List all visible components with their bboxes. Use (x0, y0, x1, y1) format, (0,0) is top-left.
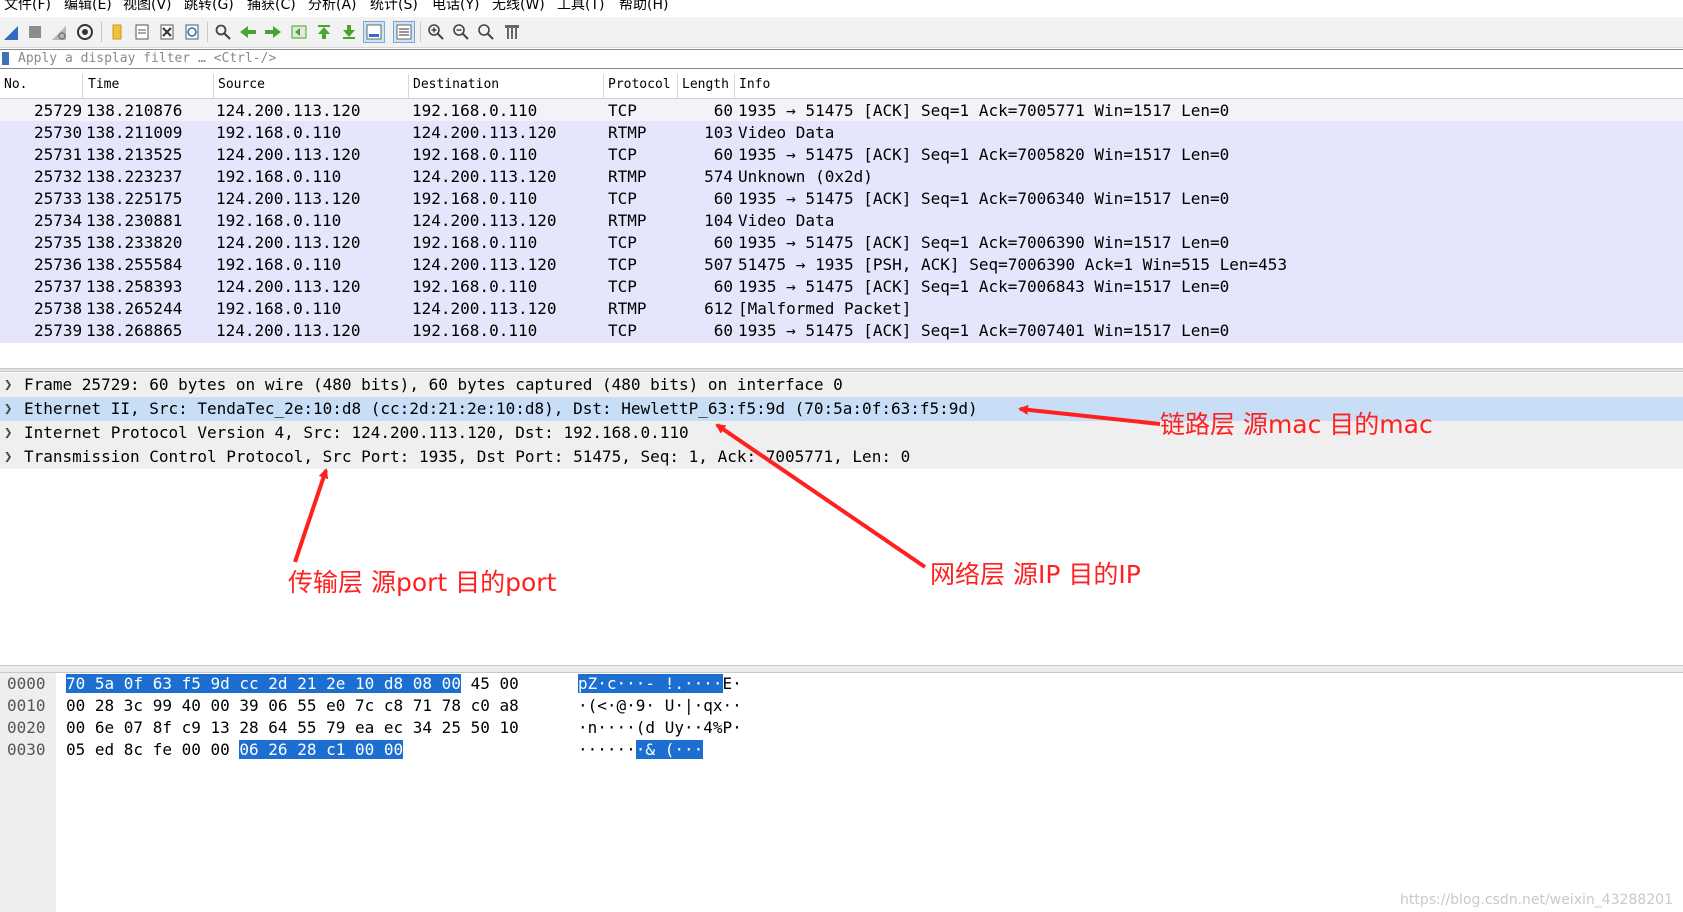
transport-layer-arrow (293, 468, 329, 563)
annotation-network-layer: 网络层 源IP 目的IP (930, 560, 1141, 589)
annotation-link-layer: 链路层 源mac 目的mac (1160, 410, 1433, 439)
network-layer-arrow (715, 423, 927, 569)
annotation-arrows (293, 404, 1161, 569)
link-layer-arrow (1018, 404, 1161, 426)
watermark: https://blog.csdn.net/weixin_43288201 (1399, 892, 1673, 908)
annotation-transport-layer: 传输层 源port 目的port (288, 568, 557, 597)
